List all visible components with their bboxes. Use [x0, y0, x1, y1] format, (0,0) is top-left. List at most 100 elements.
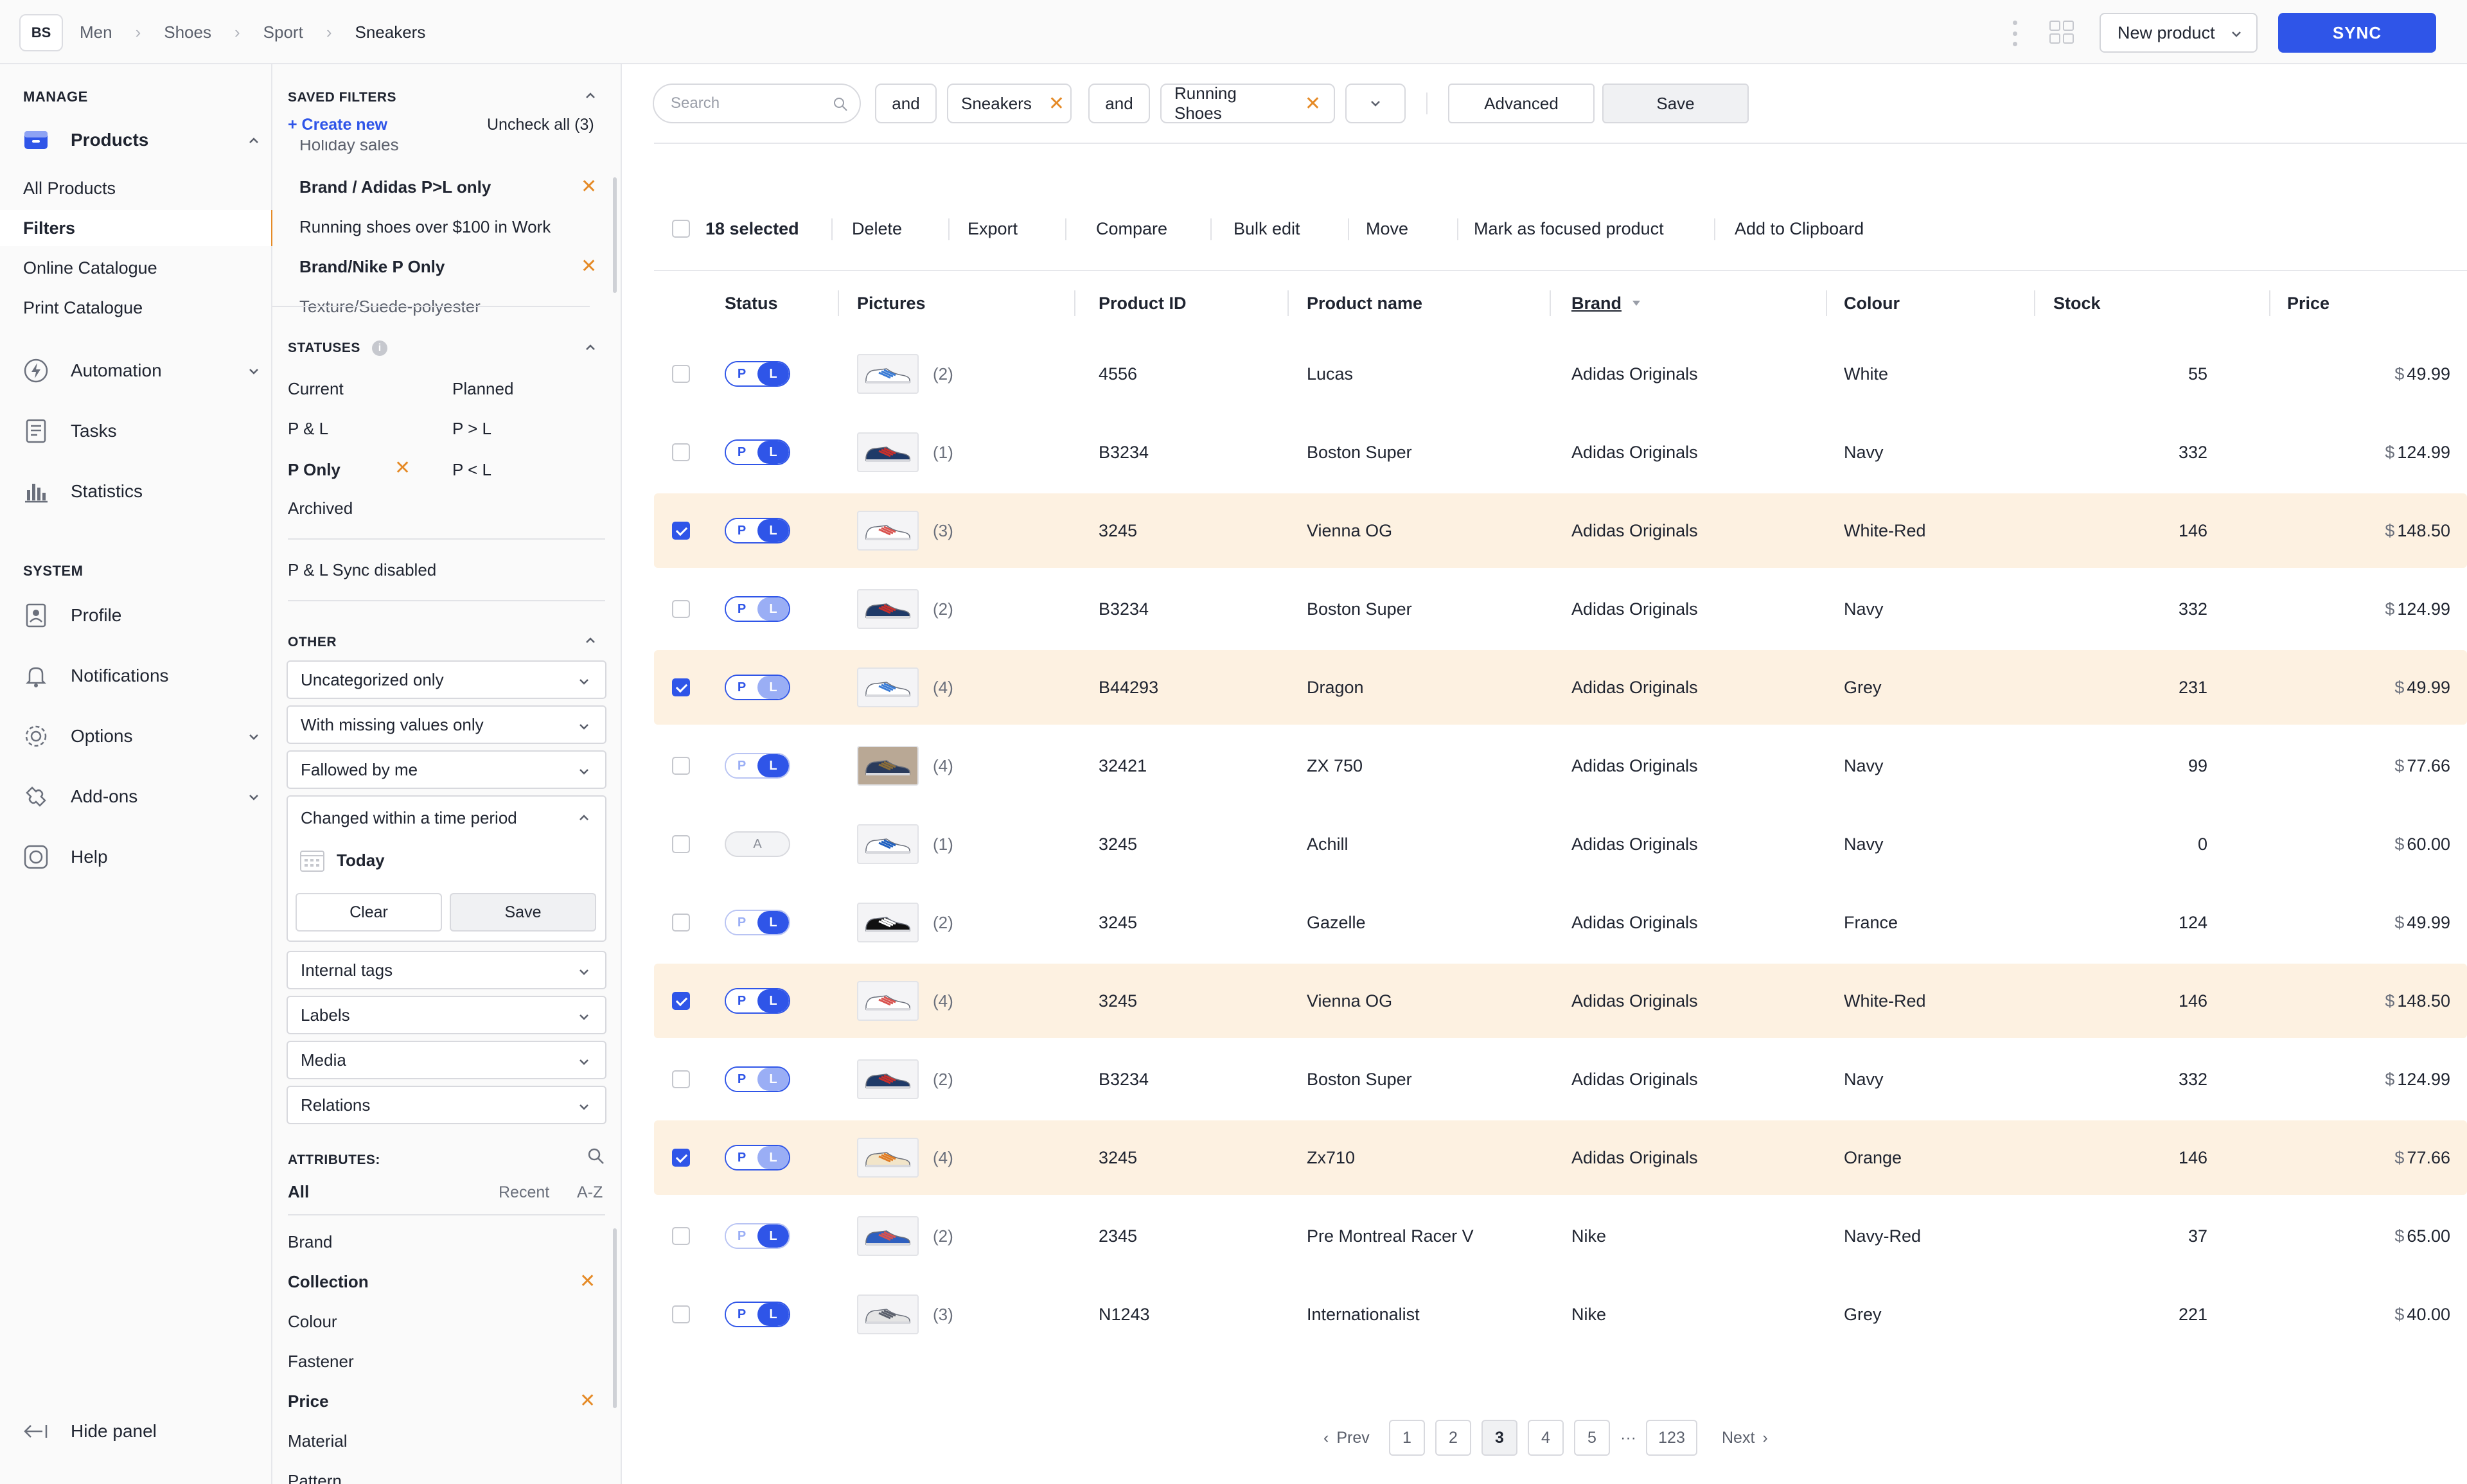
chevron-up-icon[interactable] [247, 134, 261, 148]
status-toggle[interactable]: PL [725, 675, 790, 700]
page-5-button[interactable]: 5 [1574, 1420, 1610, 1456]
table-row[interactable]: P L (3) 3245 Vienna OG Adidas Originals White-… [654, 493, 2467, 568]
product-thumbnail[interactable] [857, 1138, 919, 1178]
row-checkbox[interactable] [672, 443, 690, 461]
product-thumbnail[interactable] [857, 354, 919, 394]
new-product-dropdown[interactable]: New product [2100, 13, 2258, 53]
product-thumbnail[interactable] [857, 824, 919, 864]
info-icon[interactable]: i [372, 340, 388, 357]
column-product-name[interactable]: Product name [1307, 271, 1422, 335]
status-p-greater-l[interactable]: P > L [452, 419, 491, 439]
remove-filter-icon[interactable]: ✕ [581, 177, 597, 197]
chevron-up-icon[interactable] [583, 340, 597, 355]
remove-chip-icon[interactable]: ✕ [1048, 93, 1065, 115]
internal-tags-dropdown[interactable]: Internal tags [287, 951, 606, 989]
breadcrumb-item-sport[interactable]: Sport [263, 22, 303, 42]
media-dropdown[interactable]: Media [287, 1041, 606, 1079]
attributes-tab-az[interactable]: A-Z [577, 1183, 603, 1202]
status-current[interactable]: Current [288, 379, 344, 399]
saved-filter-item[interactable]: Running shoes over $100 in Work [299, 217, 551, 237]
status-p-less-l[interactable]: P < L [452, 460, 491, 480]
remove-filter-icon[interactable]: ✕ [581, 257, 597, 276]
followed-by-me-dropdown[interactable]: Fallowed by me [287, 750, 606, 789]
row-checkbox[interactable] [672, 1070, 690, 1088]
attributes-scrollbar[interactable] [613, 1228, 617, 1408]
save-filter-button[interactable]: Save [1602, 84, 1749, 123]
table-row[interactable]: P L (4) 3245 Zx710 Adidas Originals Orange 146 $… [654, 1120, 2467, 1195]
row-checkbox[interactable] [672, 914, 690, 932]
labels-dropdown[interactable]: Labels [287, 996, 606, 1034]
mark-focused-action[interactable]: Mark as focused product [1474, 209, 1664, 248]
clear-button[interactable]: Clear [296, 893, 442, 932]
remove-filter-icon[interactable]: ✕ [579, 1391, 596, 1411]
compare-action[interactable]: Compare [1096, 209, 1167, 248]
table-row[interactable]: P L (4) 3245 Vienna OG Adidas Originals White-… [654, 964, 2467, 1038]
saved-filter-item[interactable]: Holiday sales [299, 140, 399, 155]
nav-notifications[interactable]: Notifications [23, 657, 261, 695]
status-archived[interactable]: Archived [288, 499, 353, 518]
saved-filter-item[interactable]: Brand/Nike P Only [299, 257, 445, 277]
date-picker[interactable]: Today [299, 848, 385, 872]
table-row[interactable]: P L (4) 32421 ZX 750 Adidas Originals Navy 99 $7… [654, 729, 2467, 803]
add-to-clipboard-action[interactable]: Add to Clipboard [1735, 209, 1864, 248]
table-row[interactable]: P L (2) 2345 Pre Montreal Racer V Nike Navy-Re… [654, 1199, 2467, 1273]
filter-chip-sneakers[interactable]: Sneakers ✕ [947, 84, 1072, 123]
table-row[interactable]: P L (2) 3245 Gazelle Adidas Originals France 12… [654, 885, 2467, 960]
saved-filters-scrollbar[interactable] [613, 177, 617, 293]
chevron-up-icon[interactable] [577, 811, 591, 825]
remove-chip-icon[interactable]: ✕ [1305, 93, 1321, 115]
status-toggle[interactable]: PL [725, 1066, 790, 1092]
table-row[interactable]: P L (3) N1243 Internationalist Nike Grey 221 $40… [654, 1277, 2467, 1352]
chevron-down-icon[interactable] [247, 730, 261, 744]
status-p-only[interactable]: P Only [288, 460, 340, 480]
attribute-item[interactable]: Price [288, 1391, 329, 1411]
hide-panel-button[interactable]: Hide panel [23, 1421, 157, 1442]
nav-addons[interactable]: Add-ons [23, 777, 261, 816]
status-toggle[interactable]: PL [725, 518, 790, 543]
advanced-button[interactable]: Advanced [1448, 84, 1595, 123]
column-product-id[interactable]: Product ID [1099, 271, 1187, 335]
chevron-down-icon[interactable] [247, 790, 261, 804]
search-icon[interactable] [587, 1147, 605, 1165]
product-thumbnail[interactable] [857, 511, 919, 551]
attribute-item[interactable]: Pattern [288, 1471, 342, 1484]
saved-filter-item[interactable]: Brand / Adidas P>L only [299, 177, 491, 197]
product-thumbnail[interactable] [857, 1059, 919, 1099]
column-brand[interactable]: Brand [1571, 271, 1642, 335]
search-input[interactable]: Search [653, 84, 861, 123]
create-new-filter-link[interactable]: + Create new [288, 116, 387, 134]
uncheck-all-link[interactable]: Uncheck all (3) [487, 116, 594, 134]
nav-print-catalogue[interactable]: Print Catalogue [23, 290, 271, 326]
product-thumbnail[interactable] [857, 589, 919, 629]
nav-all-products[interactable]: All Products [23, 170, 271, 206]
attributes-tab-all[interactable]: All [288, 1182, 309, 1202]
relations-dropdown[interactable]: Relations [287, 1086, 606, 1124]
product-thumbnail[interactable] [857, 667, 919, 707]
sync-button[interactable]: SYNC [2278, 13, 2436, 53]
sync-disabled-filter[interactable]: P & L Sync disabled [288, 560, 436, 580]
status-toggle[interactable]: PL [725, 1145, 790, 1170]
row-checkbox[interactable] [672, 757, 690, 775]
column-stock[interactable]: Stock [2053, 271, 2101, 335]
status-toggle[interactable]: PL [725, 361, 790, 387]
row-checkbox[interactable] [672, 1149, 690, 1167]
status-toggle[interactable]: PL [725, 988, 790, 1014]
save-time-period-button[interactable]: Save [450, 893, 596, 932]
breadcrumb-item-men[interactable]: Men [80, 22, 112, 42]
table-row[interactable]: A (1) 3245 Achill Adidas Originals Navy 0 $60.0… [654, 807, 2467, 881]
nav-profile[interactable]: Profile [23, 596, 261, 635]
page-2-button[interactable]: 2 [1435, 1420, 1471, 1456]
attributes-tab-recent[interactable]: Recent [499, 1183, 549, 1202]
bulk-edit-action[interactable]: Bulk edit [1234, 209, 1300, 248]
column-status[interactable]: Status [725, 271, 778, 335]
time-period-label[interactable]: Changed within a time period [301, 808, 517, 828]
status-toggle[interactable]: PL [725, 910, 790, 935]
delete-action[interactable]: Delete [852, 209, 902, 248]
chevron-down-icon[interactable] [247, 364, 261, 378]
nav-tasks[interactable]: Tasks [23, 412, 261, 450]
page-4-button[interactable]: 4 [1528, 1420, 1564, 1456]
column-price[interactable]: Price [2287, 271, 2330, 335]
nav-statistics[interactable]: Statistics [23, 472, 261, 511]
export-action[interactable]: Export [968, 209, 1018, 248]
product-thumbnail[interactable] [857, 746, 919, 786]
